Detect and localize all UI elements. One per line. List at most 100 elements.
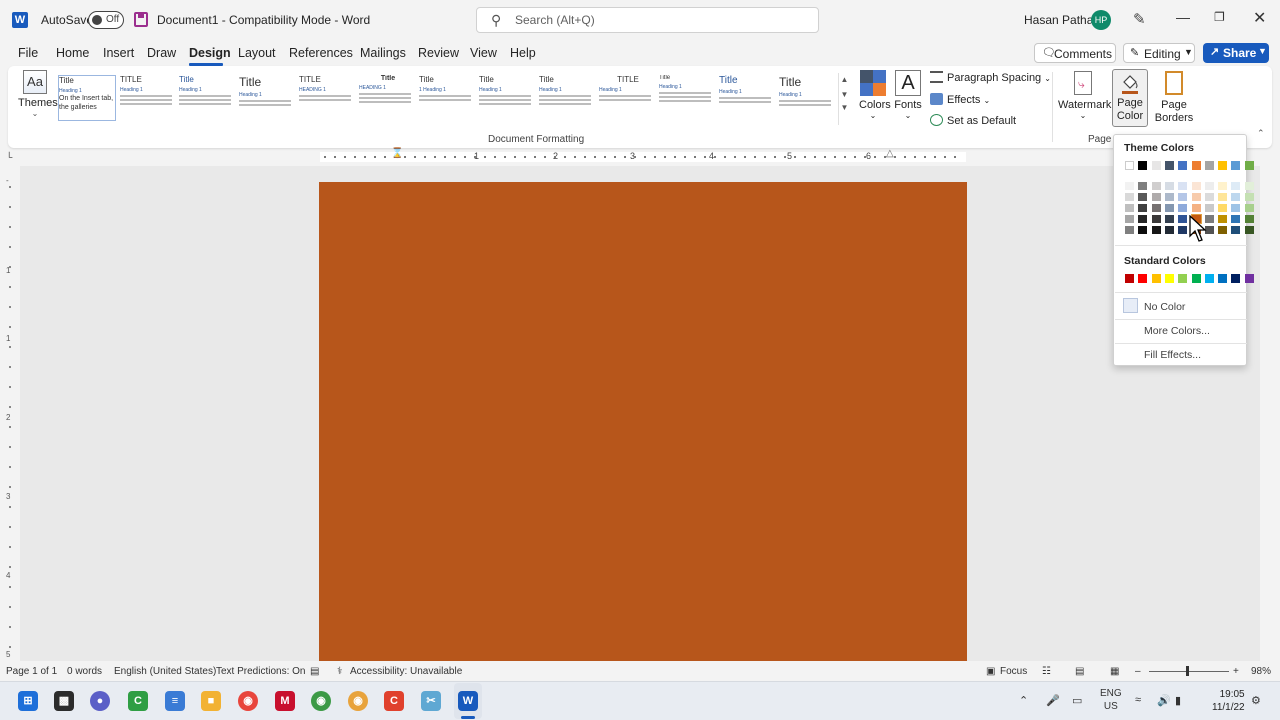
- theme-shade-swatch[interactable]: [1218, 182, 1228, 190]
- teams-chat-icon[interactable]: ●: [90, 691, 110, 711]
- gallery-scroll[interactable]: ▲ ▼ ▼: [838, 73, 850, 125]
- fill-effects-item[interactable]: Fill Effects...: [1144, 349, 1201, 361]
- autosave-toggle[interactable]: Off: [88, 11, 124, 29]
- theme-shade-swatch[interactable]: [1178, 204, 1188, 212]
- zoom-slider[interactable]: [1149, 671, 1229, 672]
- style-set-item[interactable]: Title Heading 1: [179, 75, 237, 121]
- theme-color-swatch[interactable]: [1125, 161, 1134, 170]
- microphone-icon[interactable]: 🎤: [1046, 694, 1060, 707]
- web-layout-icon[interactable]: ▦: [1110, 666, 1119, 677]
- theme-shade-swatch[interactable]: [1244, 193, 1254, 201]
- standard-color-swatch[interactable]: [1178, 274, 1188, 283]
- user-name[interactable]: Hasan Pathan: [1024, 13, 1100, 27]
- colors-button[interactable]: Colors ⌄: [859, 70, 891, 120]
- style-set-item[interactable]: Title Heading 1: [479, 75, 537, 121]
- chrome-profile-icon[interactable]: ◉: [311, 691, 331, 711]
- volume-icon[interactable]: 🔊: [1157, 694, 1171, 707]
- standard-color-swatch[interactable]: [1164, 274, 1174, 283]
- theme-shade-swatch[interactable]: [1164, 182, 1174, 190]
- theme-shade-swatch[interactable]: [1125, 215, 1134, 223]
- theme-color-swatch[interactable]: [1151, 161, 1161, 170]
- right-indent-marker-icon[interactable]: △: [886, 148, 894, 159]
- tab-design[interactable]: Design: [189, 46, 231, 60]
- theme-shade-swatch[interactable]: [1164, 215, 1174, 223]
- theme-shade-swatch[interactable]: [1178, 226, 1188, 234]
- camtasia-icon[interactable]: C: [128, 691, 148, 711]
- tab-mailings[interactable]: Mailings: [360, 46, 406, 60]
- document-page[interactable]: [319, 182, 967, 662]
- theme-shade-swatch[interactable]: [1218, 204, 1228, 212]
- theme-shade-swatch[interactable]: [1138, 193, 1148, 201]
- notepad-icon[interactable]: ≡: [165, 691, 185, 711]
- theme-color-swatch[interactable]: [1244, 161, 1254, 170]
- chevron-up-icon[interactable]: ▲: [839, 75, 850, 84]
- watermark-button[interactable]: ⤷ Watermark ⌄: [1058, 71, 1111, 120]
- style-set-item[interactable]: Title Heading 1 On the Insert tab, the g…: [58, 75, 116, 121]
- theme-color-swatch[interactable]: [1178, 161, 1188, 170]
- task-view-icon[interactable]: ▩: [54, 691, 74, 711]
- theme-color-swatch[interactable]: [1218, 161, 1228, 170]
- camtasia-recorder-icon[interactable]: C: [384, 691, 404, 711]
- theme-shade-swatch[interactable]: [1151, 182, 1161, 190]
- file-explorer-icon[interactable]: ■: [201, 691, 221, 711]
- theme-color-swatch[interactable]: [1164, 161, 1174, 170]
- theme-shade-swatch[interactable]: [1231, 193, 1241, 201]
- wifi-icon[interactable]: ≈: [1135, 694, 1141, 706]
- standard-color-swatch[interactable]: [1138, 274, 1148, 283]
- no-color-swatch[interactable]: [1123, 298, 1138, 313]
- notification-icon[interactable]: ⚙: [1251, 694, 1261, 707]
- theme-shade-swatch[interactable]: [1191, 204, 1201, 212]
- text-predictions-status[interactable]: Text Predictions: On: [216, 666, 305, 677]
- gallery-more-icon[interactable]: ▼: [839, 103, 850, 112]
- theme-shade-swatch[interactable]: [1218, 193, 1228, 201]
- theme-color-swatch[interactable]: [1191, 161, 1201, 170]
- language-status[interactable]: English (United States): [114, 666, 216, 677]
- theme-shade-swatch[interactable]: [1164, 193, 1174, 201]
- minimize-icon[interactable]: —: [1176, 9, 1190, 25]
- theme-shade-swatch[interactable]: [1125, 193, 1134, 201]
- battery-icon[interactable]: ▮: [1175, 694, 1181, 707]
- style-set-item[interactable]: Title Heading 1: [539, 75, 597, 121]
- style-set-item[interactable]: TITLE Heading 1: [120, 75, 178, 121]
- tab-references[interactable]: References: [289, 46, 353, 60]
- style-set-item[interactable]: Title Heading 1: [239, 75, 297, 121]
- clock[interactable]: 19:05 11/1/22: [1212, 688, 1245, 714]
- save-icon[interactable]: [134, 12, 148, 27]
- theme-shade-swatch[interactable]: [1244, 226, 1254, 234]
- theme-shade-swatch[interactable]: [1151, 193, 1161, 201]
- search-box[interactable]: ⚲ Search (Alt+Q): [476, 7, 819, 33]
- standard-color-swatch[interactable]: [1151, 274, 1161, 283]
- theme-color-swatch[interactable]: [1204, 161, 1214, 170]
- style-set-item[interactable]: Title HEADING 1: [359, 75, 417, 121]
- page-borders-button[interactable]: Page Borders: [1154, 71, 1194, 125]
- paragraph-spacing-button[interactable]: Paragraph Spacing ⌄: [930, 71, 1051, 84]
- word-taskbar-icon[interactable]: W: [458, 691, 478, 711]
- windows-start-icon[interactable]: ⊞: [18, 691, 38, 711]
- zoom-level[interactable]: 98%: [1251, 666, 1271, 677]
- comments-button[interactable]: 🗨 Comments: [1034, 43, 1116, 63]
- zoom-out-icon[interactable]: –: [1135, 666, 1141, 677]
- theme-shade-swatch[interactable]: [1218, 215, 1228, 223]
- theme-shade-swatch[interactable]: [1231, 204, 1241, 212]
- zoom-slider-thumb[interactable]: [1186, 666, 1189, 676]
- style-set-item[interactable]: Title Heading 1: [659, 75, 717, 121]
- theme-shade-swatch[interactable]: [1151, 226, 1161, 234]
- chrome-profile-2-icon[interactable]: ◉: [348, 691, 368, 711]
- themes-button[interactable]: Aa Themes ⌄: [18, 70, 58, 130]
- page-count[interactable]: Page 1 of 1: [6, 666, 57, 677]
- theme-shade-swatch[interactable]: [1138, 215, 1148, 223]
- theme-shade-swatch[interactable]: [1218, 226, 1228, 234]
- theme-shade-swatch[interactable]: [1125, 182, 1134, 190]
- focus-button[interactable]: Focus: [1000, 666, 1027, 677]
- tab-view[interactable]: View: [470, 46, 497, 60]
- display-icon[interactable]: ▭: [1072, 694, 1082, 707]
- share-button[interactable]: ↗ Share ▼: [1203, 43, 1269, 63]
- tab-draw[interactable]: Draw: [147, 46, 176, 60]
- theme-shade-swatch[interactable]: [1138, 204, 1148, 212]
- zoom-in-icon[interactable]: +: [1233, 666, 1239, 677]
- theme-shade-swatch[interactable]: [1125, 226, 1134, 234]
- standard-color-swatch[interactable]: [1204, 274, 1214, 283]
- standard-color-swatch[interactable]: [1125, 274, 1134, 283]
- indent-marker-icon[interactable]: ⌛: [391, 148, 403, 159]
- chrome-icon[interactable]: ◉: [238, 691, 258, 711]
